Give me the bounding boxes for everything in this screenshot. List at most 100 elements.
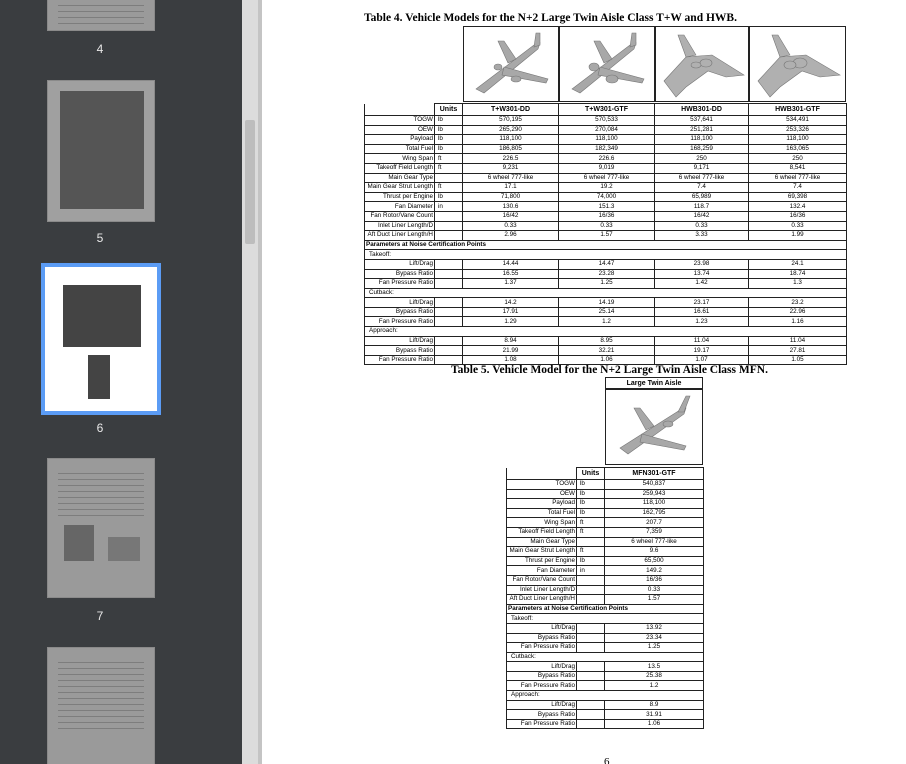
- row-value: 132.4: [748, 201, 847, 212]
- group-label: Takeoff:: [506, 613, 704, 624]
- sidebar-scroll-thumb[interactable]: [245, 120, 255, 244]
- table5-row: Bypass Ratio 25.38: [506, 670, 704, 682]
- thumbnail-label-6: 6: [96, 421, 104, 435]
- table4-row: Payload lb 118,100 118,100 118,100 118,100: [364, 134, 847, 145]
- row-value: 182,349: [558, 143, 655, 155]
- table4-row: OEW lb 265,290 270,084 251,281 253,326: [364, 124, 847, 136]
- row-value: 253,326: [748, 124, 847, 136]
- row-value: 6 wheel 777-like: [654, 172, 749, 184]
- table5-row: Inlet Liner Length/D 0.33: [506, 584, 704, 596]
- row-label: Payload: [364, 134, 435, 145]
- row-unit: [434, 345, 463, 356]
- row-unit: [434, 258, 463, 270]
- document-page: Table 4. Vehicle Models for the N+2 Larg…: [262, 0, 906, 764]
- row-value: 13.92: [604, 622, 704, 634]
- table4-row: Bypass Ratio 17.91 25.14 16.61 22.96: [364, 306, 847, 318]
- table4: Units T+W301-DD T+W301-GTF HWB301-DD HWB301-…: [364, 103, 847, 366]
- row-label: Thrust per Engine: [364, 191, 435, 203]
- table4-row: Main Gear Type 6 wheel 777-like 6 wheel 77…: [364, 172, 847, 184]
- row-value: 149.2: [604, 565, 704, 576]
- units-header: Units: [576, 467, 605, 480]
- row-value: 17.1: [462, 182, 559, 193]
- row-label: Bypass Ratio: [506, 632, 577, 644]
- table5-caption: Table 5. Vehicle Model for the N+2 Large…: [451, 364, 768, 376]
- section-title: Parameters at Noise Certification Points: [506, 603, 704, 615]
- row-value: 11.04: [654, 335, 749, 347]
- row-unit: [434, 210, 463, 222]
- table4-row: Bypass Ratio 21.99 32.21 19.17 27.81: [364, 345, 847, 356]
- row-value: 14.19: [558, 297, 655, 308]
- table5-row: Takeoff Field Length ft 7,359: [506, 526, 704, 538]
- table4-row: Wing Span ft 226.5 226.6 250 250: [364, 153, 847, 164]
- row-value: 16.55: [462, 268, 559, 280]
- row-value: 22.96: [748, 306, 847, 318]
- row-value: 265,290: [462, 124, 559, 136]
- row-unit: lb: [434, 191, 463, 203]
- row-unit: lb: [434, 134, 463, 145]
- row-unit: lb: [434, 124, 463, 136]
- row-value: 1.3: [748, 278, 847, 289]
- page-thumbnail-4[interactable]: [47, 0, 155, 31]
- row-value: 570,195: [462, 115, 559, 126]
- table5-group-row: Takeoff:: [506, 613, 704, 624]
- row-value: 16/42: [654, 210, 749, 222]
- row-value: 259,943: [604, 488, 704, 500]
- row-label: Total Fuel: [506, 507, 577, 519]
- row-value: 2.96: [462, 230, 559, 241]
- row-label: OEW: [506, 488, 577, 500]
- row-unit: [576, 622, 605, 634]
- row-label: Bypass Ratio: [506, 670, 577, 682]
- page-number: 6: [604, 756, 610, 764]
- row-value: 74,000: [558, 191, 655, 203]
- table4-group-row: Approach:: [364, 326, 847, 337]
- page-thumbnail-8[interactable]: [47, 647, 155, 764]
- row-label: Aft Duct Liner Length/H: [364, 230, 435, 241]
- table5-row: Total Fuel lb 162,795: [506, 507, 704, 519]
- row-value: 9,171: [654, 162, 749, 174]
- table4-row: Fan Diameter in 130.6 151.3 118.7 132.4: [364, 201, 847, 212]
- row-unit: in: [434, 201, 463, 212]
- table5-row: TOGW lb 540,837: [506, 479, 704, 490]
- row-value: 1.29: [462, 316, 559, 328]
- row-label: Main Gear Strut Length: [506, 546, 577, 557]
- table5-row: Fan Diameter in 149.2: [506, 565, 704, 576]
- row-unit: [576, 699, 605, 711]
- table5-class-header: Large Twin Aisle: [605, 377, 703, 389]
- row-value: 118.7: [654, 201, 749, 212]
- row-value: 0.33: [558, 220, 655, 232]
- thumbnail-sidebar: 4 5 6 7: [0, 0, 242, 764]
- row-label: Lift/Drag: [364, 335, 435, 347]
- row-unit: ft: [434, 162, 463, 174]
- row-value: 1.16: [748, 316, 847, 328]
- row-unit: [434, 268, 463, 280]
- row-value: 130.6: [462, 201, 559, 212]
- table4-section-row: Parameters at Noise Certification Points: [364, 239, 847, 251]
- group-label: Cutback:: [506, 651, 704, 663]
- table4-image-tw-dd: [463, 26, 559, 102]
- table-cell: [364, 103, 435, 116]
- row-unit: ft: [576, 546, 605, 557]
- page-thumbnail-6[interactable]: [41, 263, 161, 415]
- column-header: T+W301-DD: [462, 103, 559, 116]
- row-value: 27.81: [748, 345, 847, 356]
- row-label: Inlet Liner Length/D: [506, 584, 577, 596]
- page-thumbnail-7[interactable]: [47, 458, 155, 598]
- table4-row: Fan Pressure Ratio 1.29 1.2 1.23 1.16: [364, 316, 847, 328]
- row-value: 9,231: [462, 162, 559, 174]
- row-unit: lb: [434, 143, 463, 155]
- row-value: 23.28: [558, 268, 655, 280]
- row-unit: [434, 306, 463, 318]
- sidebar-scrollbar[interactable]: [242, 0, 258, 764]
- column-header: T+W301-GTF: [558, 103, 655, 116]
- row-value: 24.1: [748, 258, 847, 270]
- row-value: 163,065: [748, 143, 847, 155]
- row-value: 118,100: [748, 134, 847, 145]
- row-label: Aft Duct Liner Length/H: [506, 594, 577, 605]
- row-value: 11.04: [748, 335, 847, 347]
- row-value: 23.34: [604, 632, 704, 644]
- table4-group-row: Cutback:: [364, 287, 847, 299]
- table5-row: Lift/Drag 13.5: [506, 661, 704, 672]
- page-thumbnail-5[interactable]: [47, 80, 155, 222]
- row-value: 71,800: [462, 191, 559, 203]
- row-value: 1.57: [604, 594, 704, 605]
